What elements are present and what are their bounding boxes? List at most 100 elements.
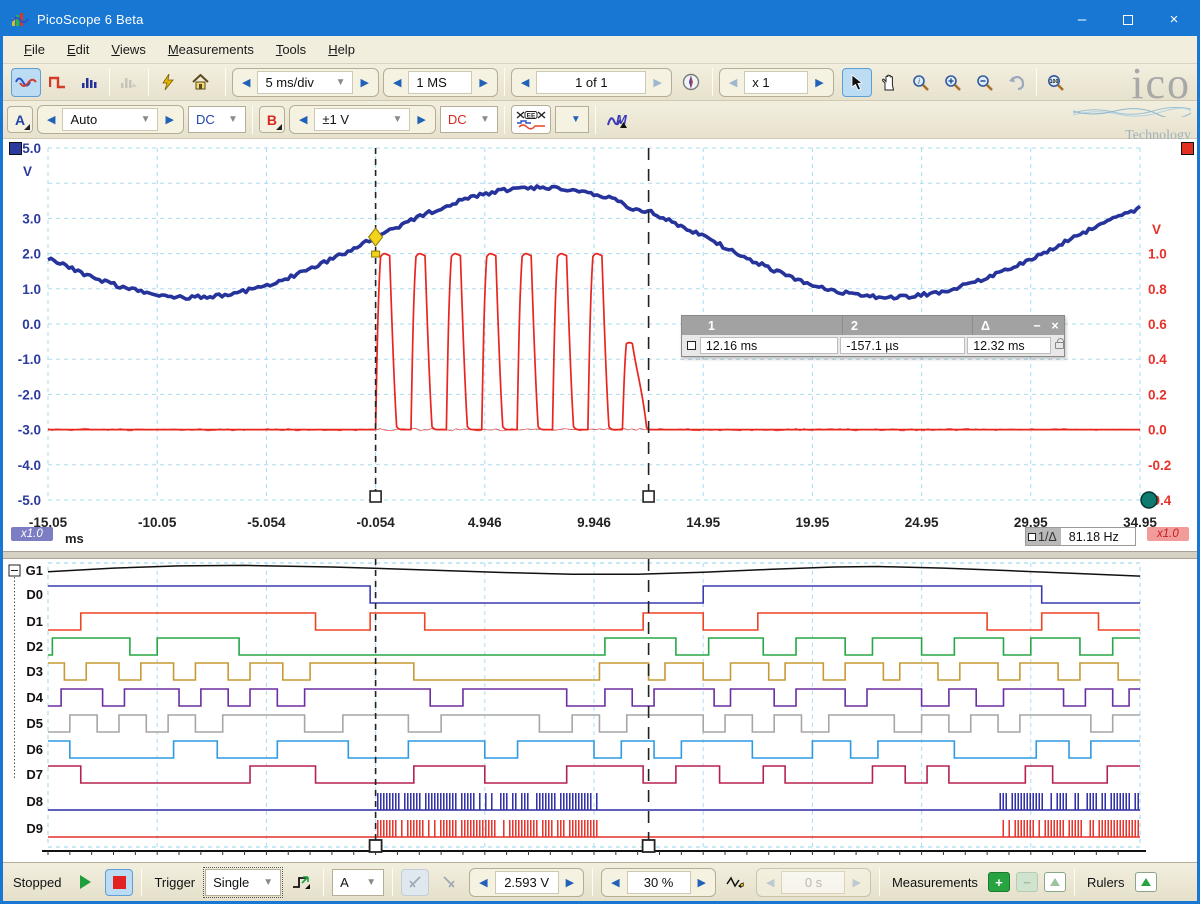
digital-chart[interactable]: G1 D0 D1 D2 D3 D4 D5 D6 D7 D8 D9 <box>3 559 1197 862</box>
digital-inputs-dropdown[interactable]: ▼ <box>555 106 589 133</box>
digital-label-D4[interactable]: D4 <box>26 690 43 705</box>
ruler-measurement-box[interactable]: 1 2 Δ − × 12.16 ms -157.1 µs 12.32 ms <box>681 315 1065 357</box>
zoom-field[interactable]: x 1 <box>744 71 808 94</box>
digital-label-D7[interactable]: D7 <box>26 767 43 782</box>
posttrigger-up[interactable]: ▶ <box>845 876 867 889</box>
left-axis-scale-badge[interactable]: x1.0 <box>11 527 53 541</box>
digital-label-D6[interactable]: D6 <box>26 742 43 757</box>
zoom-next-arrow[interactable]: ▶ <box>808 76 830 89</box>
buffer-field[interactable]: 1 of 1 <box>536 71 646 94</box>
trigger-timing-button[interactable] <box>722 869 750 896</box>
digital-inputs-button[interactable]: EE <box>511 105 551 134</box>
menu-help[interactable]: Help <box>317 38 366 61</box>
ruler-box-handle[interactable] <box>687 341 696 350</box>
trigger-level-down[interactable]: ◀ <box>472 876 494 889</box>
channel-a-range-select[interactable]: Auto▼ <box>62 108 158 131</box>
menu-tools[interactable]: Tools <box>265 38 317 61</box>
digital-label-D2[interactable]: D2 <box>26 639 43 654</box>
start-button[interactable] <box>71 869 99 896</box>
buffer-nav-control: ◀ 1 of 1 ▶ <box>511 68 672 97</box>
stop-button[interactable] <box>105 869 133 896</box>
channel-b-range-prev[interactable]: ◀ <box>292 113 314 126</box>
ruler-box-close[interactable]: × <box>1046 319 1064 333</box>
persistence-mode-button[interactable] <box>114 68 144 97</box>
channel-a-coupling-select[interactable]: DC▼ <box>188 106 246 133</box>
rising-edge-dir-button[interactable] <box>401 869 429 896</box>
channel-a-range-prev[interactable]: ◀ <box>40 113 62 126</box>
scope-view-button[interactable] <box>11 68 41 97</box>
channel-a-axis-handle[interactable] <box>9 142 22 155</box>
minimize-button[interactable]: – <box>1059 3 1105 36</box>
undo-zoom-button[interactable] <box>1002 68 1032 97</box>
ruler-handle-2[interactable] <box>643 491 654 502</box>
spectrum-view-button[interactable] <box>75 68 105 97</box>
menu-file[interactable]: File <box>13 38 56 61</box>
digital-label-D9[interactable]: D9 <box>26 821 43 836</box>
posttrigger-down[interactable]: ◀ <box>759 876 781 889</box>
channel-b-coupling-select[interactable]: DC▼ <box>440 106 498 133</box>
posttrigger-field[interactable]: 0 s <box>781 871 845 894</box>
rulers-button[interactable] <box>1135 872 1157 892</box>
persistence-view-button[interactable] <box>43 68 73 97</box>
pretrigger-field[interactable]: 30 % <box>627 871 691 894</box>
delete-measurement-button[interactable] <box>1044 872 1066 892</box>
math-channels-button[interactable]: M <box>602 105 632 134</box>
zoom-prev-arrow[interactable]: ◀ <box>722 76 744 89</box>
marquee-zoom-button[interactable]: i <box>906 68 936 97</box>
timebase-next-arrow[interactable]: ▶ <box>353 76 375 89</box>
buffer-overview-button[interactable] <box>676 68 706 97</box>
channel-a-range-next[interactable]: ▶ <box>158 113 180 126</box>
digital-label-D3[interactable]: D3 <box>26 664 43 679</box>
home-button[interactable] <box>185 68 215 97</box>
digital-label-D1[interactable]: D1 <box>26 614 43 629</box>
trigger-mode-select[interactable]: Single▼ <box>205 869 281 896</box>
digital-ruler-handle-1[interactable] <box>370 840 382 852</box>
pretrigger-down[interactable]: ◀ <box>604 876 626 889</box>
zoom-in-button[interactable] <box>938 68 968 97</box>
pretrigger-up[interactable]: ▶ <box>691 876 713 889</box>
hand-tool-button[interactable] <box>874 68 904 97</box>
close-button[interactable]: × <box>1151 3 1197 36</box>
signal-generator-button[interactable] <box>153 68 183 97</box>
delta-value: 12.32 ms <box>967 337 1051 354</box>
menu-edit[interactable]: Edit <box>56 38 100 61</box>
samples-field[interactable]: 1 MS <box>408 71 472 94</box>
digital-label-G1[interactable]: G1 <box>26 563 43 578</box>
channel-b-range-select[interactable]: ±1 V▼ <box>314 108 410 131</box>
channel-b-zero-marker[interactable] <box>1141 492 1157 508</box>
lock-icon[interactable] <box>1055 342 1064 349</box>
menu-views[interactable]: Views <box>100 38 156 61</box>
menu-measurements[interactable]: Measurements <box>157 38 265 61</box>
ruler-handle-1[interactable] <box>370 491 381 502</box>
add-measurement-button[interactable]: + <box>988 872 1010 892</box>
samples-prev-arrow[interactable]: ◀ <box>386 76 408 89</box>
maximize-button[interactable] <box>1105 3 1151 36</box>
advanced-trigger-button[interactable] <box>287 869 315 896</box>
trigger-marker[interactable] <box>369 228 383 246</box>
timebase-select[interactable]: 5 ms/div▼ <box>257 71 353 94</box>
pointer-tool-button[interactable] <box>842 68 872 97</box>
buffer-next-arrow[interactable]: ▶ <box>646 76 668 89</box>
samples-next-arrow[interactable]: ▶ <box>472 76 494 89</box>
digital-ruler-handle-2[interactable] <box>643 840 655 852</box>
channel-b-button[interactable]: B <box>259 106 285 133</box>
zoom-out-button[interactable] <box>970 68 1000 97</box>
channel-a-button[interactable]: A <box>7 106 33 133</box>
channel-b-range-next[interactable]: ▶ <box>410 113 432 126</box>
digital-label-D8[interactable]: D8 <box>26 794 43 809</box>
edit-measurement-button[interactable]: − <box>1016 872 1038 892</box>
y-left-tick: -5.0 <box>18 493 41 508</box>
zoom-full-button[interactable]: 100 <box>1041 68 1071 97</box>
digital-label-D0[interactable]: D0 <box>26 587 43 602</box>
right-axis-scale-badge[interactable]: x1.0 <box>1147 527 1189 541</box>
trigger-level-field[interactable]: 2.593 V <box>495 871 559 894</box>
channel-b-axis-handle[interactable] <box>1181 142 1194 155</box>
timebase-prev-arrow[interactable]: ◀ <box>235 76 257 89</box>
falling-edge-dir-button[interactable] <box>435 869 463 896</box>
buffer-prev-arrow[interactable]: ◀ <box>514 76 536 89</box>
trigger-level-up[interactable]: ▶ <box>559 876 581 889</box>
digital-label-D5[interactable]: D5 <box>26 716 43 731</box>
ruler-box-minimize[interactable]: − <box>1028 319 1046 333</box>
horizontal-splitter[interactable] <box>3 551 1197 559</box>
trigger-source-select[interactable]: A▼ <box>332 869 384 896</box>
